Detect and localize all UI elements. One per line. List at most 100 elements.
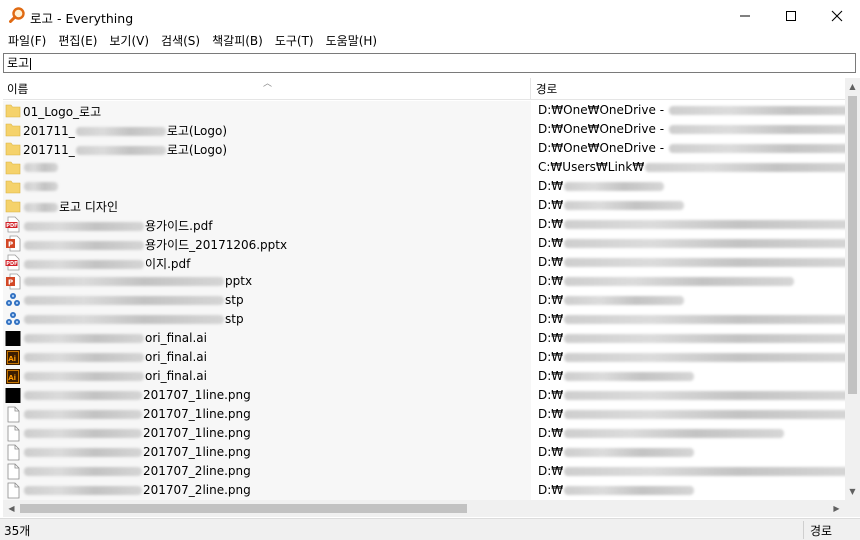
result-row[interactable]: stp D:₩	[3, 291, 845, 310]
redacted-text	[668, 125, 845, 134]
folder-icon	[5, 159, 21, 176]
file-path-prefix: D:₩	[538, 217, 564, 231]
redacted-text	[564, 220, 845, 229]
result-row[interactable]: 201707_2line.png D:₩	[3, 481, 845, 500]
result-row[interactable]: ori_final.ai D:₩	[3, 329, 845, 348]
result-row[interactable]: PDF 용가이드.pdf D:₩	[3, 215, 845, 234]
stp-file-icon	[5, 311, 21, 328]
file-path: D:₩	[538, 388, 845, 402]
menu-file[interactable]: 파일(F)	[2, 31, 52, 51]
file-name	[23, 160, 59, 174]
file-path: D:₩One₩OneDrive -	[538, 122, 845, 136]
name-cell: PDF 용가이드.pdf	[3, 215, 531, 234]
redacted-text	[24, 296, 224, 305]
result-row[interactable]: 201707_1line.png D:₩	[3, 424, 845, 443]
result-row[interactable]: 01_Logo_로고 D:₩One₩OneDrive -	[3, 101, 845, 120]
name-cell: 201707_1line.png	[3, 386, 531, 405]
name-cell: stp	[3, 291, 531, 310]
file-path: D:₩	[538, 464, 845, 478]
result-row[interactable]: PDF 이지.pdf D:₩	[3, 253, 845, 272]
result-row[interactable]: 201707_1line.png D:₩	[3, 386, 845, 405]
name-cell: ori_final.ai	[3, 329, 531, 348]
redacted-text	[24, 277, 224, 286]
menu-bookmarks[interactable]: 책갈피(B)	[206, 31, 269, 51]
result-row[interactable]: 201707_2line.png D:₩	[3, 462, 845, 481]
file-path: D:₩	[538, 312, 845, 326]
file-path: D:₩	[538, 255, 845, 269]
path-cell: D:₩	[532, 481, 845, 500]
svg-text:P: P	[8, 241, 13, 249]
generic-file-icon	[5, 425, 21, 442]
result-row[interactable]: Ai ori_final.ai D:₩	[3, 348, 845, 367]
path-cell: D:₩	[532, 196, 845, 215]
redacted-text	[24, 260, 144, 269]
horizontal-scroll-thumb[interactable]	[20, 504, 467, 513]
path-cell: C:₩Users₩Link₩	[532, 158, 845, 177]
status-bar: 35개 경로	[0, 518, 860, 540]
menu-view[interactable]: 보기(V)	[103, 31, 155, 51]
result-row[interactable]: Ai ori_final.ai D:₩	[3, 367, 845, 386]
result-row[interactable]: 201711_ 로고(Logo) D:₩One₩OneDrive -	[3, 120, 845, 139]
redacted-text	[564, 467, 845, 476]
folder-icon	[5, 197, 21, 214]
redacted-text	[24, 163, 58, 172]
path-cell: D:₩	[532, 291, 845, 310]
menu-help[interactable]: 도움말(H)	[320, 31, 384, 51]
path-cell: D:₩	[532, 272, 845, 291]
vertical-scrollbar[interactable]: ▲ ▼	[845, 78, 860, 500]
redacted-text	[564, 410, 845, 419]
scroll-left-icon[interactable]: ◀	[3, 500, 20, 517]
horizontal-scrollbar[interactable]: ◀ ▶	[3, 500, 845, 517]
scroll-up-icon[interactable]: ▲	[845, 78, 860, 95]
result-row[interactable]: Ppptx D:₩	[3, 272, 845, 291]
menu-search[interactable]: 검색(S)	[155, 31, 206, 51]
result-row[interactable]: D:₩	[3, 177, 845, 196]
redacted-text	[668, 106, 845, 115]
file-path: D:₩	[538, 350, 845, 364]
file-name: 201711_ 로고(Logo)	[23, 141, 227, 158]
file-name-suffix: 이지.pdf	[145, 257, 191, 271]
result-list: 01_Logo_로고 D:₩One₩OneDrive - 201711_ 로고(Lo…	[3, 101, 845, 500]
name-cell	[3, 158, 531, 177]
result-row[interactable]: 201711_ 로고(Logo) D:₩One₩OneDrive -	[3, 139, 845, 158]
minimize-button[interactable]	[722, 0, 768, 31]
path-cell: D:₩	[532, 462, 845, 481]
result-row[interactable]: C:₩Users₩Link₩	[3, 158, 845, 177]
result-count: 35개	[4, 524, 31, 538]
result-row[interactable]: P 용가이드_20171206.pptx D:₩	[3, 234, 845, 253]
redacted-text	[564, 182, 665, 191]
redacted-text	[24, 353, 144, 362]
search-input[interactable]: 로고	[3, 53, 856, 73]
maximize-button[interactable]	[768, 0, 814, 31]
redacted-text	[668, 144, 845, 153]
redacted-text	[24, 429, 142, 438]
vertical-scroll-thumb[interactable]	[848, 96, 857, 394]
menu-edit[interactable]: 편집(E)	[52, 31, 103, 51]
close-button[interactable]	[814, 0, 860, 31]
menu-tools[interactable]: 도구(T)	[269, 31, 320, 51]
file-path: D:₩One₩OneDrive -	[538, 141, 845, 155]
name-cell: 201711_ 로고(Logo)	[3, 120, 531, 139]
column-header-path[interactable]: 경로	[532, 78, 845, 100]
file-path: D:₩	[538, 236, 845, 250]
result-row[interactable]: stp D:₩	[3, 310, 845, 329]
svg-text:PDF: PDF	[6, 223, 17, 229]
file-path: D:₩	[538, 274, 795, 288]
file-name: 201707_1line.png	[23, 407, 251, 421]
result-row[interactable]: 로고 디자인 D:₩	[3, 196, 845, 215]
image-thumbnail-icon	[5, 330, 21, 347]
file-path-prefix: D:₩	[538, 331, 564, 345]
file-path-prefix: D:₩	[538, 255, 564, 269]
file-name-prefix: 201711_	[23, 143, 75, 157]
result-row[interactable]: 201707_1line.png D:₩	[3, 405, 845, 424]
file-path-prefix: D:₩	[538, 483, 564, 497]
column-header-name[interactable]: 이름 ︿	[3, 78, 531, 100]
scroll-right-icon[interactable]: ▶	[828, 500, 845, 517]
scroll-down-icon[interactable]: ▼	[845, 483, 860, 500]
file-name: ori_final.ai	[23, 331, 207, 345]
file-name-suffix: 201707_1line.png	[143, 407, 251, 421]
redacted-text	[75, 127, 166, 136]
result-row[interactable]: 201707_1line.png D:₩	[3, 443, 845, 462]
file-path: D:₩	[538, 445, 695, 459]
file-path: C:₩Users₩Link₩	[538, 160, 845, 174]
